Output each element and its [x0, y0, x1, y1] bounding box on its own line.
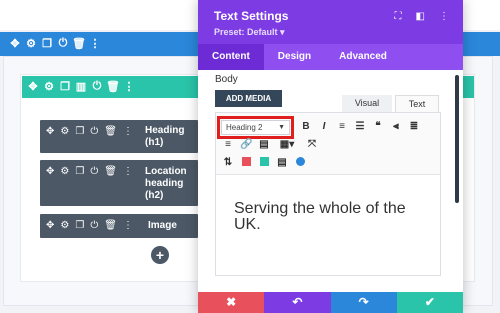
bold-icon[interactable]: B	[300, 121, 312, 133]
gear-icon[interactable]: ⚙	[60, 166, 69, 177]
module-label-line: (h2)	[145, 190, 164, 201]
trash-icon[interactable]: 🗑	[72, 38, 86, 50]
module-label: Location heading (h2)	[145, 166, 187, 202]
action-bar: ✖ ↶ ↷ ✔	[198, 292, 463, 313]
tab-text[interactable]: Text	[395, 95, 439, 112]
numbered-list-icon[interactable]: ☰	[354, 121, 366, 133]
duplicate-icon[interactable]: ❐	[60, 81, 70, 93]
expand-icon[interactable]: ⛶	[395, 11, 402, 22]
scrollbar[interactable]	[455, 75, 459, 203]
trash-icon[interactable]: 🗑	[104, 220, 117, 231]
power-icon[interactable]: ⏻	[90, 220, 98, 231]
gear-icon[interactable]: ⚙	[26, 38, 36, 50]
content-line: UK.	[234, 216, 261, 233]
gear-icon[interactable]: ⚙	[60, 220, 69, 231]
duplicate-icon[interactable]: ❐	[75, 166, 84, 177]
move-icon[interactable]: ✥	[28, 81, 38, 93]
read-more-icon[interactable]: ▤	[258, 139, 270, 151]
power-icon[interactable]: ⏻	[90, 126, 98, 137]
redo-button[interactable]: ↷	[330, 292, 397, 313]
section-controls: ✥ ⚙ ❐ ⏻ 🗑 ⋮	[10, 37, 101, 50]
tab-advanced[interactable]: Advanced	[325, 44, 401, 70]
more-icon[interactable]: ⋮	[123, 166, 133, 177]
module-controls: ✥ ⚙ ❐ ⏻ 🗑 ⋮	[46, 126, 133, 137]
module-label-line: (h1)	[145, 137, 164, 148]
text-settings-panel: Text Settings Preset: Default ▾ ⛶ ◧ ⋮ Co…	[198, 0, 463, 313]
add-media-button[interactable]: ADD MEDIA	[215, 90, 282, 107]
more-icon[interactable]: ⋮	[123, 126, 133, 137]
paragraph-icon[interactable]: ▤	[276, 157, 288, 169]
settings-tabs: Content Design Advanced	[198, 44, 463, 70]
module-heading-h1[interactable]: ✥ ⚙ ❐ ⏻ 🗑 ⋮ Heading (h1)	[40, 120, 198, 153]
module-image[interactable]: ✥ ⚙ ❐ ⏻ 🗑 ⋮ Image	[40, 214, 198, 238]
trash-icon[interactable]: 🗑	[104, 126, 117, 137]
more-icon[interactable]: ⋮	[123, 220, 133, 231]
undo-button[interactable]: ↶	[264, 292, 331, 313]
save-button[interactable]: ✔	[396, 292, 463, 313]
gear-icon[interactable]: ⚙	[44, 81, 54, 93]
add-module-button[interactable]: +	[151, 246, 169, 264]
power-icon[interactable]: ⏻	[58, 37, 68, 49]
split-view-icon[interactable]: ◧	[416, 11, 425, 22]
move-icon[interactable]: ✥	[46, 126, 54, 137]
bullet-list-icon[interactable]: ≡	[336, 121, 348, 133]
rich-text-editor[interactable]: Heading 2 ▼ B I ≡ ☰ ❝ ⫷ ≣ ≡ 🔗 ▤ ▦▾ ⤧ ⇅ ▤	[215, 112, 441, 276]
module-label-line: Location	[145, 166, 187, 177]
fullscreen-icon[interactable]: ⤧	[306, 139, 318, 151]
align-left-icon[interactable]: ⫷	[390, 121, 402, 133]
module-location-heading-h2[interactable]: ✥ ⚙ ❐ ⏻ 🗑 ⋮ Location heading (h2)	[40, 160, 198, 206]
more-icon[interactable]: ⋮	[439, 11, 449, 22]
module-controls: ✥ ⚙ ❐ ⏻ 🗑 ⋮	[46, 166, 133, 177]
editor-toolbar: Heading 2 ▼ B I ≡ ☰ ❝ ⫷ ≣ ≡ 🔗 ▤ ▦▾ ⤧ ⇅ ▤	[216, 113, 440, 175]
cancel-button[interactable]: ✖	[198, 292, 265, 313]
panel-header: Text Settings Preset: Default ▾ ⛶ ◧ ⋮	[198, 0, 463, 44]
tab-content[interactable]: Content	[198, 44, 264, 70]
tab-visual[interactable]: Visual	[342, 95, 392, 112]
module-label-line: heading	[145, 178, 184, 189]
module-label-line: Image	[148, 220, 177, 231]
panel-title: Text Settings	[214, 9, 289, 23]
blockquote-icon[interactable]: ❝	[372, 121, 384, 133]
editor-content[interactable]: Serving the whole of the UK.	[234, 201, 406, 233]
duplicate-icon[interactable]: ❐	[42, 38, 52, 50]
align-center-icon[interactable]: ≣	[408, 121, 420, 133]
more-icon[interactable]: ⋮	[124, 81, 135, 93]
duplicate-icon[interactable]: ❐	[75, 126, 84, 137]
power-icon[interactable]: ⏻	[90, 166, 98, 177]
italic-icon[interactable]: I	[318, 121, 330, 133]
move-icon[interactable]: ✥	[10, 38, 20, 50]
header-icons: ⛶ ◧ ⋮	[395, 11, 449, 22]
text-direction-icon[interactable]: ⇅	[222, 157, 234, 169]
module-controls: ✥ ⚙ ❐ ⏻ 🗑 ⋮	[46, 220, 133, 231]
move-icon[interactable]: ✥	[46, 220, 54, 231]
user-icon[interactable]	[294, 157, 306, 169]
body-label: Body	[215, 74, 238, 85]
move-icon[interactable]: ✥	[46, 166, 54, 177]
gear-icon[interactable]: ⚙	[60, 126, 69, 137]
module-label: Heading (h1)	[145, 125, 184, 149]
module-label-line: Heading	[145, 125, 185, 136]
layout-icon[interactable]	[258, 157, 270, 169]
align-right-icon[interactable]: ≡	[222, 139, 234, 151]
tab-design[interactable]: Design	[264, 44, 325, 70]
link-icon[interactable]: 🔗	[240, 139, 252, 151]
module-label: Image	[148, 220, 177, 232]
table-icon[interactable]: ▦▾	[276, 139, 298, 151]
highlight-box	[217, 116, 294, 139]
trash-icon[interactable]: 🗑	[106, 81, 120, 93]
content-line: Serving the whole of the	[234, 200, 406, 217]
columns-icon[interactable]: ▥	[76, 81, 86, 93]
power-icon[interactable]: ⏻	[92, 80, 102, 92]
trash-icon[interactable]: 🗑	[104, 166, 117, 177]
preset-selector[interactable]: Preset: Default ▾	[214, 27, 285, 38]
duplicate-icon[interactable]: ❐	[75, 220, 84, 231]
more-icon[interactable]: ⋮	[90, 38, 101, 50]
color-palette-icon[interactable]	[240, 157, 252, 169]
row-controls: ✥ ⚙ ❐ ▥ ⏻ 🗑 ⋮	[28, 80, 135, 93]
